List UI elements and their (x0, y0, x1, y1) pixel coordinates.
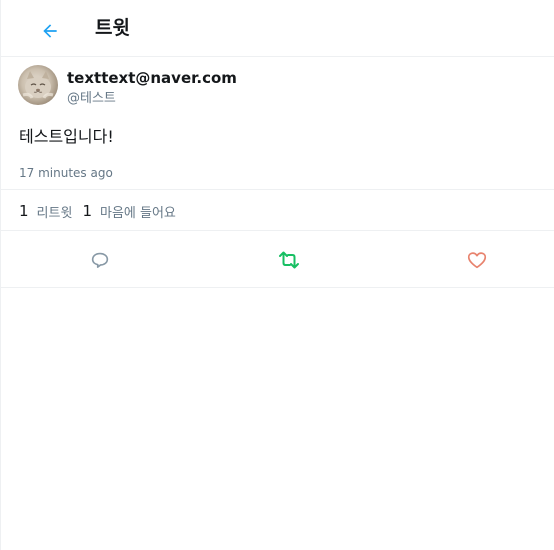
divider (1, 189, 554, 190)
tweet-author: texttext@naver.com @테스트 (1, 57, 554, 117)
retweet-label[interactable]: 리트윗 (37, 202, 73, 221)
arrow-left-icon (43, 24, 57, 38)
comment-icon (91, 252, 109, 268)
like-count: 1 (82, 202, 92, 220)
author-name[interactable]: texttext@naver.com (67, 68, 237, 88)
tweet-text: 테스트입니다! (19, 127, 114, 146)
reply-button[interactable] (87, 247, 113, 273)
heart-icon (467, 252, 487, 269)
tweet-stats: 1 리트윗 1 마음에 들어요 (19, 200, 186, 222)
retweet-count: 1 (19, 202, 29, 220)
like-button[interactable] (464, 247, 490, 273)
like-label[interactable]: 마음에 들어요 (100, 202, 176, 221)
avatar[interactable] (18, 65, 58, 105)
divider (1, 287, 554, 288)
tweet-timestamp: 17 minutes ago (19, 166, 113, 180)
retweet-icon (279, 251, 299, 269)
page-header: 트윗 (1, 0, 554, 57)
page-title: 트윗 (95, 17, 130, 39)
cat-photo-icon (22, 71, 54, 99)
author-handle: @테스트 (67, 91, 116, 106)
tweet-detail-page: 트윗 texttext@naver.com @테스트 테스트입니다! 17 mi… (0, 0, 554, 550)
tweet-actions (1, 231, 554, 287)
back-button[interactable] (33, 14, 67, 48)
retweet-button[interactable] (276, 247, 302, 273)
